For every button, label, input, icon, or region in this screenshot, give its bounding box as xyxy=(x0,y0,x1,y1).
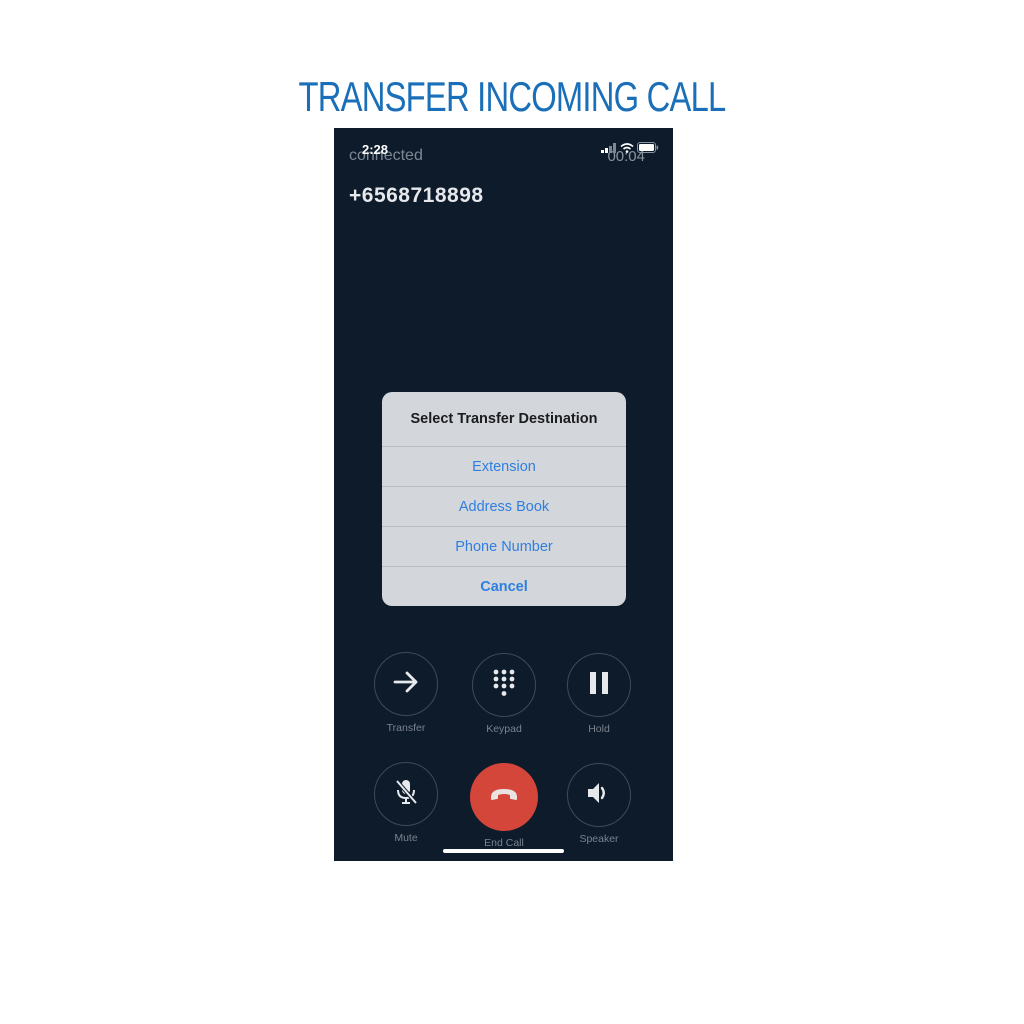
phone-screen: connected 2:28 00:04 +6568718898 Select … xyxy=(334,128,673,861)
pause-icon xyxy=(588,671,610,700)
home-indicator[interactable] xyxy=(443,849,564,853)
caller-number: +6568718898 xyxy=(349,184,484,207)
hold-label: Hold xyxy=(588,723,610,735)
transfer-button[interactable] xyxy=(374,652,438,716)
hold-control: Hold xyxy=(565,653,633,735)
speaker-control: Speaker xyxy=(565,763,633,845)
option-phone-number[interactable]: Phone Number xyxy=(382,527,626,567)
speaker-button[interactable] xyxy=(567,763,631,827)
transfer-control: Transfer xyxy=(372,652,440,734)
speaker-icon xyxy=(586,781,612,810)
hold-button[interactable] xyxy=(567,653,631,717)
keypad-control: Keypad xyxy=(470,653,538,735)
cellular-signal-icon xyxy=(601,142,617,153)
mute-label: Mute xyxy=(394,832,418,844)
end-call-button[interactable] xyxy=(470,763,538,831)
status-time: 2:28 xyxy=(362,142,389,157)
keypad-icon xyxy=(492,669,516,702)
arrow-right-icon xyxy=(392,670,420,699)
wifi-icon xyxy=(620,142,634,153)
sheet-title: Select Transfer Destination xyxy=(382,392,626,447)
speaker-label: Speaker xyxy=(579,833,619,845)
transfer-destination-sheet: Select Transfer Destination Extension Ad… xyxy=(382,392,626,606)
microphone-muted-icon xyxy=(393,778,419,811)
status-icons xyxy=(601,142,659,153)
mute-button[interactable] xyxy=(374,762,438,826)
mute-control: Mute xyxy=(372,762,440,844)
option-address-book[interactable]: Address Book xyxy=(382,487,626,527)
keypad-button[interactable] xyxy=(472,653,536,717)
battery-icon xyxy=(637,142,659,153)
cancel-button[interactable]: Cancel xyxy=(382,567,626,606)
end-call-control: End Call xyxy=(470,763,538,849)
end-call-label: End Call xyxy=(484,837,524,849)
page-headline: TRANSFER INCOMING CALL xyxy=(298,73,727,120)
keypad-label: Keypad xyxy=(486,723,522,735)
hang-up-icon xyxy=(489,788,519,807)
option-extension[interactable]: Extension xyxy=(382,447,626,487)
transfer-label: Transfer xyxy=(386,722,426,734)
